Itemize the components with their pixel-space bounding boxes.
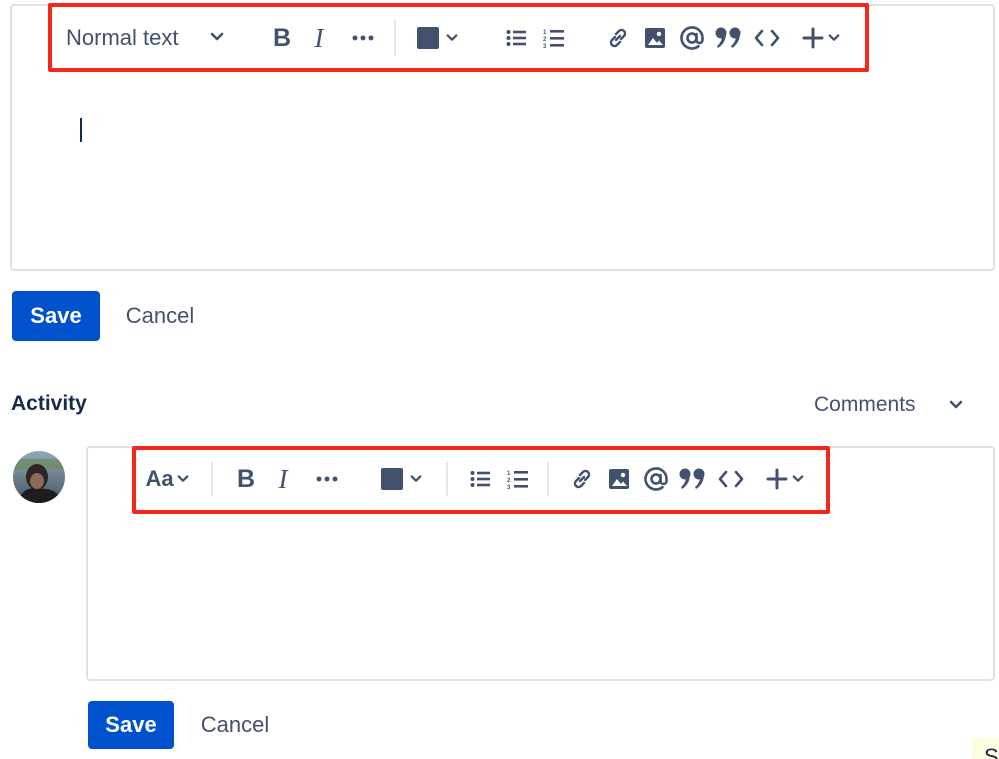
plus-icon [802, 27, 824, 49]
text-style-icon: Aa [145, 466, 174, 491]
text-style-dropdown[interactable]: Aa [140, 462, 194, 496]
italic-button[interactable]: I [304, 21, 334, 55]
more-formatting-button[interactable] [346, 21, 380, 55]
text-style-dropdown[interactable]: Normal text [66, 20, 232, 56]
text-style-label: Normal text [66, 25, 179, 50]
more-formatting-button[interactable] [310, 462, 344, 496]
insert-more-button[interactable] [760, 462, 810, 496]
code-icon [754, 28, 780, 48]
activity-filter-dropdown[interactable]: Comments [814, 390, 974, 420]
link-icon [606, 26, 630, 50]
mention-button[interactable] [676, 21, 708, 55]
svg-text:3: 3 [543, 44, 547, 48]
chevron-down-icon [949, 398, 963, 417]
bold-icon: B [272, 23, 292, 52]
bullet-list-button[interactable] [466, 462, 494, 496]
chevron-down-icon [446, 32, 458, 44]
numbered-list-button[interactable]: 123 [502, 462, 532, 496]
svg-text:1: 1 [543, 30, 547, 36]
code-button[interactable] [714, 462, 748, 496]
link-button[interactable] [566, 462, 598, 496]
toolbar-separator [547, 462, 549, 496]
mention-icon [643, 466, 669, 492]
toolbar-separator [446, 462, 448, 496]
image-icon [644, 27, 666, 49]
svg-text:2: 2 [507, 478, 511, 484]
quote-icon [715, 26, 743, 50]
more-formatting-icon [316, 476, 338, 482]
chevron-down-icon [410, 473, 422, 485]
insert-more-button[interactable] [796, 21, 846, 55]
mention-button[interactable] [640, 462, 672, 496]
link-button[interactable] [602, 21, 634, 55]
comment-cancel-button[interactable]: Cancel [188, 701, 282, 749]
numbered-list-icon: 123 [507, 469, 528, 489]
italic-icon: I [278, 463, 288, 494]
image-icon [608, 468, 630, 490]
save-button[interactable]: Save [12, 291, 100, 341]
svg-text:2: 2 [543, 37, 547, 43]
numbered-list-button[interactable]: 123 [538, 21, 568, 55]
link-icon [570, 467, 594, 491]
italic-icon: I [314, 22, 324, 53]
comment-save-button[interactable]: Save [88, 701, 174, 749]
toolbar-separator [211, 462, 213, 496]
svg-text:3: 3 [507, 485, 511, 489]
bold-button[interactable]: B [266, 21, 298, 55]
image-button[interactable] [604, 462, 634, 496]
chevron-down-icon [177, 473, 189, 485]
text-color-icon [416, 26, 440, 50]
chevron-down-icon [792, 473, 804, 485]
quote-icon [679, 467, 707, 491]
bullet-list-icon [506, 29, 526, 47]
quote-button[interactable] [712, 19, 746, 57]
cancel-button[interactable]: Cancel [112, 291, 208, 341]
text-color-button[interactable] [412, 21, 462, 55]
toolbar-separator [394, 20, 396, 56]
numbered-list-icon: 123 [543, 28, 564, 48]
svg-text:1: 1 [507, 471, 511, 477]
activity-heading: Activity [11, 392, 87, 415]
text-color-button[interactable] [376, 462, 426, 496]
avatar [13, 451, 65, 503]
text-color-icon [380, 467, 404, 491]
activity-filter-label: Comments [814, 393, 916, 416]
bullet-list-icon [470, 470, 490, 488]
code-icon [718, 469, 744, 489]
italic-button[interactable]: I [268, 462, 298, 496]
bold-icon: B [236, 464, 256, 493]
code-button[interactable] [750, 21, 784, 55]
mention-icon [679, 25, 705, 51]
image-button[interactable] [640, 21, 670, 55]
bold-button[interactable]: B [230, 462, 262, 496]
chevron-down-icon [210, 30, 224, 44]
quote-button[interactable] [676, 460, 710, 498]
more-formatting-icon [352, 35, 374, 41]
chevron-down-icon [828, 32, 840, 44]
corner-note: S [972, 738, 999, 759]
text-cursor [80, 118, 82, 142]
plus-icon [766, 468, 788, 490]
bullet-list-button[interactable] [502, 21, 530, 55]
